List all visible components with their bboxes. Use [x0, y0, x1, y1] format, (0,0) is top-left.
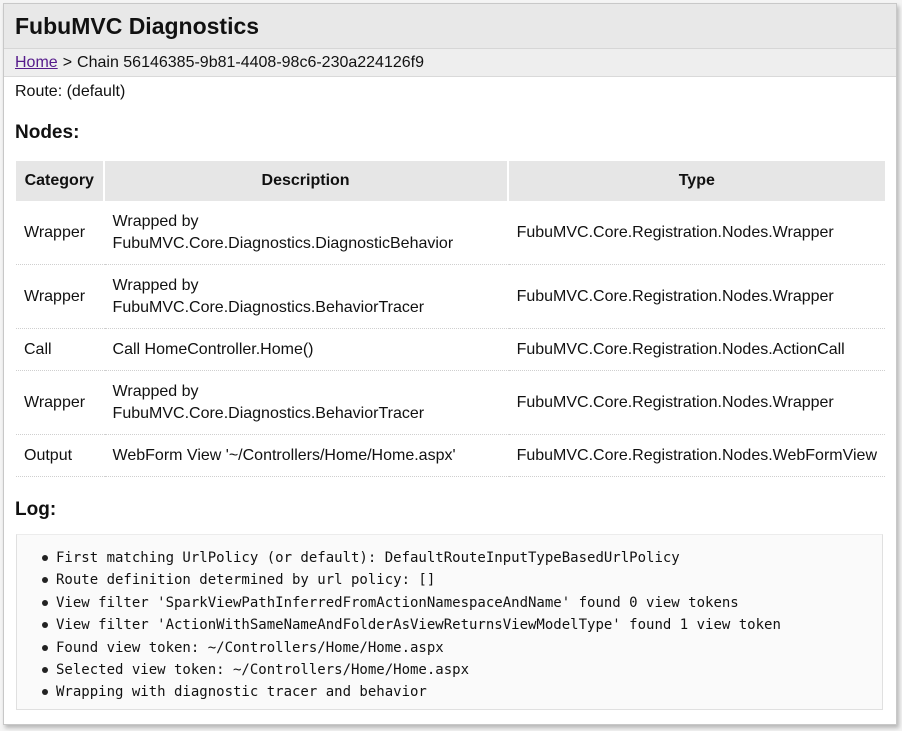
row-type: FubuMVC.Core.Registration.Nodes.WebFormV… [508, 435, 885, 477]
log-entry: View filter 'SparkViewPathInferredFromAc… [42, 592, 882, 614]
log-entry-text: Found view token: ~/Controllers/Home/Hom… [56, 639, 444, 656]
breadcrumb-current: Chain 56146385-9b81-4408-98c6-230a224126… [77, 53, 424, 71]
log-entry: Found view token: ~/Controllers/Home/Hom… [42, 637, 882, 659]
description-line: Call HomeController.Home() [112, 340, 314, 358]
home-link[interactable]: Home [15, 54, 58, 72]
description-line: FubuMVC.Core.Diagnostics.BehaviorTracer [112, 298, 425, 316]
bullet-icon [42, 622, 48, 629]
title-bar: FubuMVC Diagnostics [4, 4, 896, 49]
row-type: FubuMVC.Core.Registration.Nodes.Wrapper [508, 265, 885, 329]
breadcrumb-separator: > [62, 53, 73, 71]
table-row: Wrapper Wrapped by FubuMVC.Core.Diagnosti… [16, 201, 885, 265]
table-row: Output WebForm View '~/Controllers/Home/… [16, 435, 885, 477]
nodes-heading: Nodes: [15, 122, 80, 143]
column-header-category: Category [16, 161, 105, 201]
diagnostics-page: FubuMVC Diagnostics Home > Chain 5614638… [3, 3, 897, 725]
bullet-icon [42, 689, 48, 696]
row-category: Wrapper [16, 201, 105, 265]
log-entry-text: View filter 'SparkViewPathInferredFromAc… [56, 594, 739, 611]
row-description: Wrapped by FubuMVC.Core.Diagnostics.Behav… [104, 371, 509, 435]
log-entry-text: First matching UrlPolicy (or default): D… [56, 550, 680, 566]
row-type: FubuMVC.Core.Registration.Nodes.Wrapper [508, 371, 885, 435]
bullet-icon [42, 599, 48, 606]
description-line: WebForm View '~/Controllers/Home/Home.as… [112, 446, 456, 464]
page-title: FubuMVC Diagnostics [15, 12, 260, 39]
column-header-description: Description [104, 161, 509, 201]
log-heading: Log: [15, 499, 57, 520]
log-list: First matching UrlPolicy (or default): D… [17, 535, 882, 704]
log-entry: Route definition determined by url polic… [42, 569, 882, 591]
log-entry-text: Selected view token: ~/Controllers/Home/… [56, 662, 470, 679]
row-type: FubuMVC.Core.Registration.Nodes.Wrapper [508, 201, 885, 265]
row-category: Wrapper [16, 265, 105, 329]
bullet-icon [42, 644, 48, 651]
log-entry: View filter 'ActionWithSameNameAndFolder… [42, 614, 882, 636]
bullet-icon [42, 577, 48, 584]
row-description: Wrapped by FubuMVC.Core.Diagnostics.Diagn… [104, 201, 509, 265]
log-entry: First matching UrlPolicy (or default): D… [42, 547, 882, 569]
table-row: Wrapper Wrapped by FubuMVC.Core.Diagnosti… [16, 265, 885, 329]
description-line: Wrapped by [112, 276, 199, 294]
bullet-icon [42, 667, 48, 674]
row-description: Call HomeController.Home() [104, 329, 509, 371]
nodes-header-row: Category Description Type [16, 161, 885, 201]
log-entry: Selected view token: ~/Controllers/Home/… [42, 659, 882, 681]
breadcrumb: Home > Chain 56146385-9b81-4408-98c6-230… [4, 49, 896, 77]
row-type: FubuMVC.Core.Registration.Nodes.ActionCa… [508, 329, 885, 371]
row-category: Wrapper [16, 371, 105, 435]
row-category: Output [16, 435, 105, 477]
table-row: Call Call HomeController.Home() FubuMVC.… [16, 329, 885, 371]
bullet-icon [42, 555, 48, 561]
description-line: Wrapped by [112, 382, 199, 400]
row-category: Call [16, 329, 105, 371]
description-line: FubuMVC.Core.Diagnostics.BehaviorTracer [112, 404, 425, 422]
row-description: Wrapped by FubuMVC.Core.Diagnostics.Behav… [104, 265, 509, 329]
nodes-table: Category Description Type Wrapper Wrappe… [16, 161, 885, 477]
row-description: WebForm View '~/Controllers/Home/Home.as… [104, 435, 509, 477]
log-entry-text: Route definition determined by url polic… [56, 572, 436, 589]
log-panel: First matching UrlPolicy (or default): D… [16, 534, 883, 710]
table-row: Wrapper Wrapped by FubuMVC.Core.Diagnosti… [16, 371, 885, 435]
route-text: Route: (default) [15, 83, 126, 100]
log-entry: Wrapping with diagnostic tracer and beha… [42, 681, 882, 703]
log-entry-text: View filter 'ActionWithSameNameAndFolder… [56, 617, 781, 634]
log-entry-text: Wrapping with diagnostic tracer and beha… [56, 684, 427, 701]
description-line: FubuMVC.Core.Diagnostics.DiagnosticBehav… [112, 234, 454, 252]
description-line: Wrapped by [112, 212, 199, 230]
column-header-type: Type [508, 161, 885, 201]
